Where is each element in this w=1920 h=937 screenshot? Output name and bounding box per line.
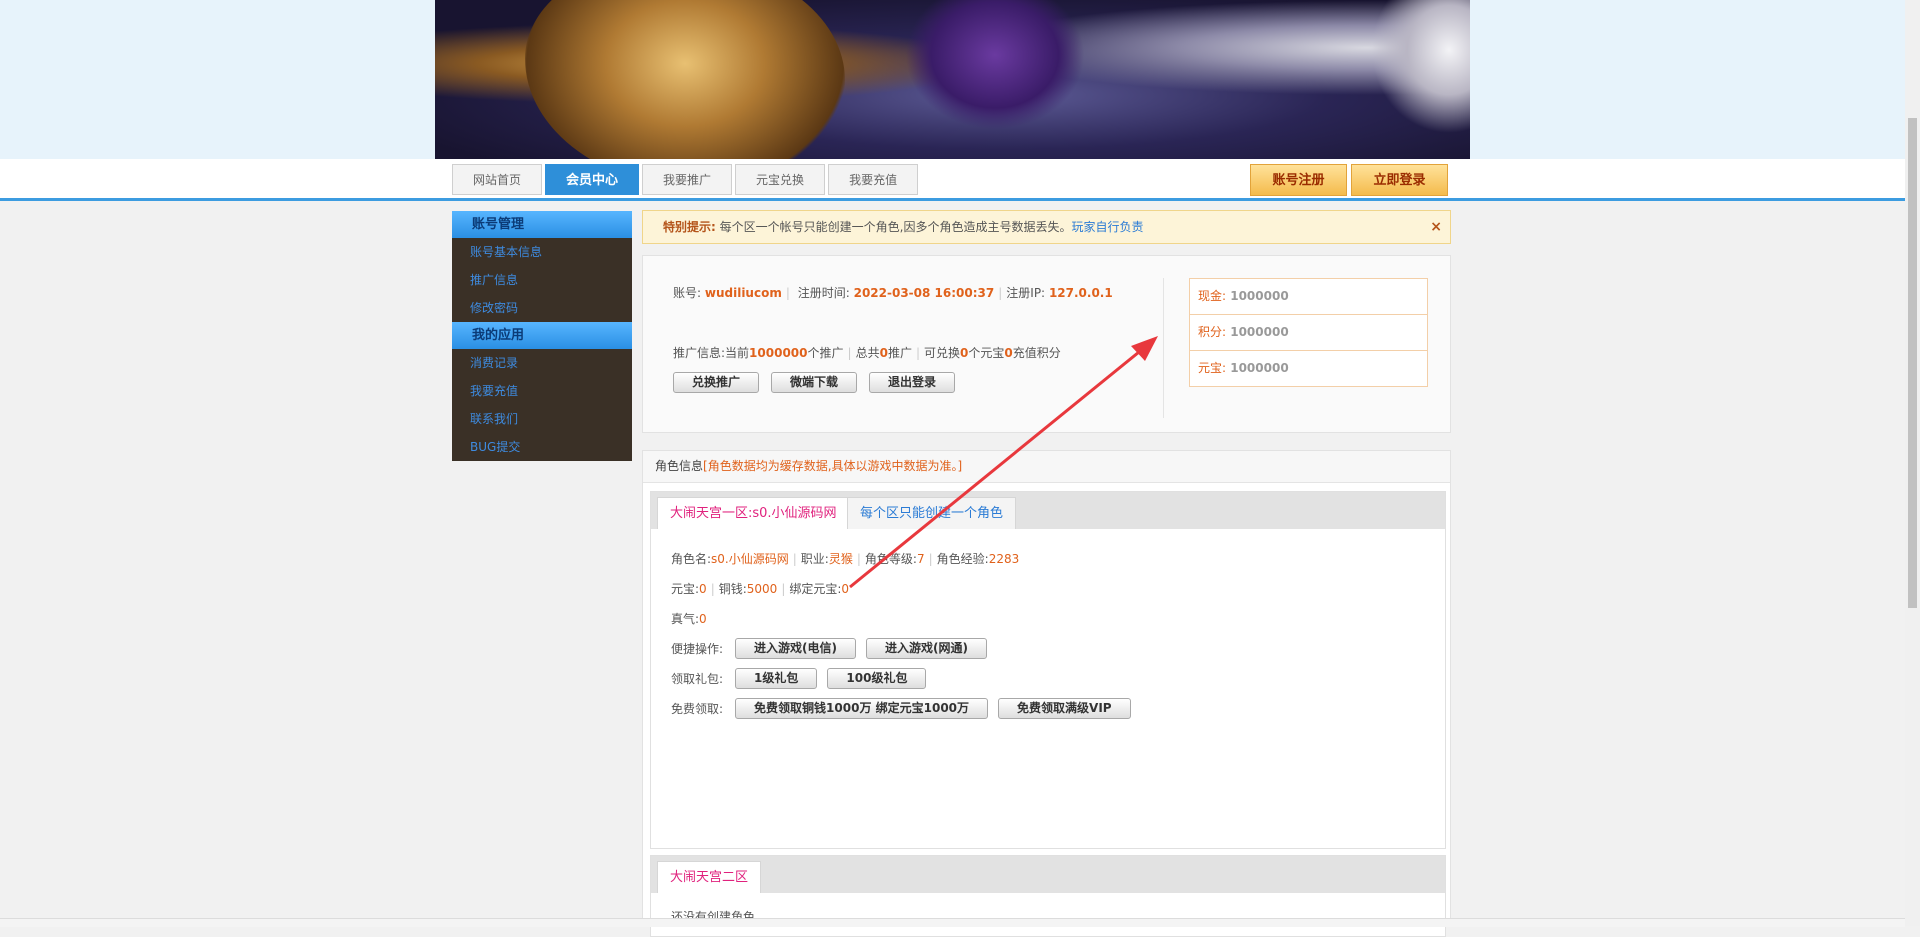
annotation-arrow — [849, 336, 1158, 589]
scrollbar-thumb[interactable] — [1908, 118, 1917, 608]
arrow-head — [1131, 336, 1158, 361]
arrow-shaft — [849, 341, 1151, 589]
scrollbar[interactable] — [1905, 0, 1920, 926]
